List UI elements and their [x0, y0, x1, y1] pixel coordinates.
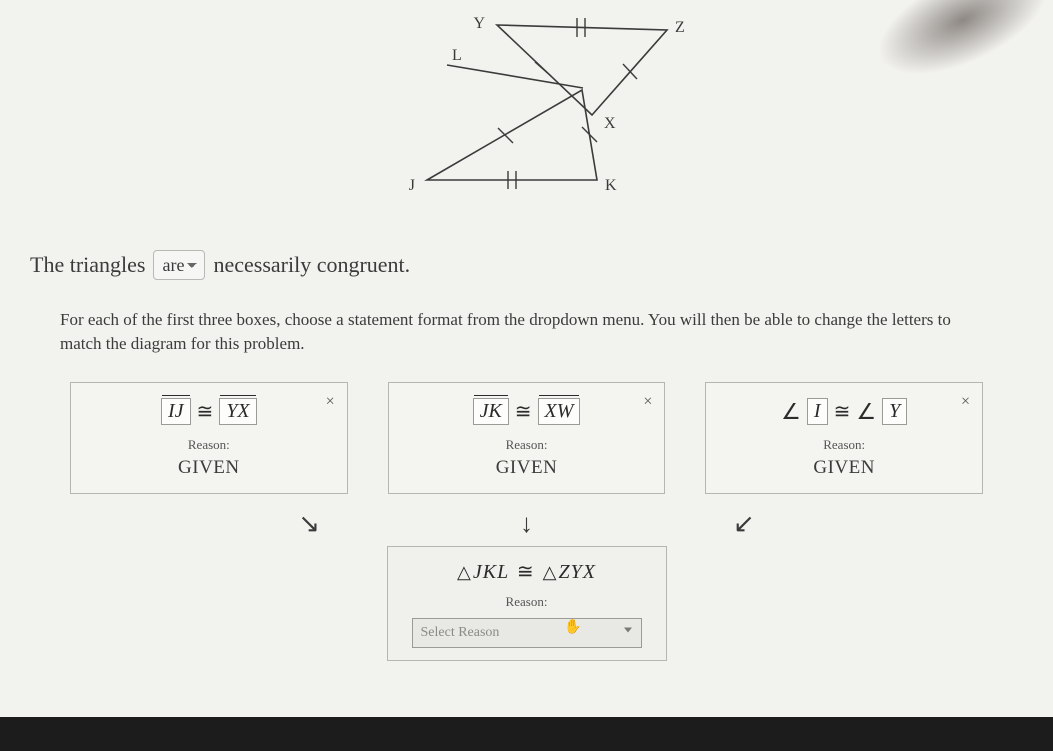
label-X: X — [604, 115, 616, 132]
angle-input-left[interactable]: I — [807, 398, 828, 425]
angle-symbol: ∠ — [856, 399, 878, 425]
arrows-row: ↘ ↓ ↙ — [30, 504, 1023, 544]
statement-card-3: × ∠ I ≅ ∠ Y Reason: GIVEN — [705, 382, 983, 494]
bottom-bar — [0, 717, 1053, 751]
conclusion-statement: △JKL ≅ △ZYX — [398, 559, 656, 584]
conclusion-card: △JKL ≅ △ZYX Reason: Select Reason ✋ — [387, 546, 667, 661]
arrow-down-left-icon: ↙ — [733, 509, 755, 539]
are-dropdown[interactable]: are — [153, 250, 205, 280]
close-icon[interactable]: × — [326, 393, 335, 411]
triangle-symbol: △ — [457, 562, 473, 582]
close-icon[interactable]: × — [961, 393, 970, 411]
triangle-right: ZYX — [558, 561, 595, 583]
arrow-down-icon: ↓ — [520, 509, 533, 539]
diagram-svg: Y Z X L J K — [317, 10, 737, 210]
reason-select-dropdown[interactable]: Select Reason — [412, 618, 642, 648]
reason-select-wrap: Select Reason ✋ — [412, 610, 642, 648]
angle-input-right[interactable]: Y — [882, 398, 907, 425]
arrow-down-right-icon: ↘ — [298, 509, 320, 539]
congruent-symbol: ≅ — [832, 399, 853, 424]
statement-card-2: × JK ≅ XW Reason: GIVEN — [388, 382, 666, 494]
segment-input-right[interactable]: XW — [538, 398, 581, 425]
label-J: J — [408, 177, 414, 194]
angle-symbol: ∠ — [781, 399, 803, 425]
congruent-symbol: ≅ — [513, 399, 534, 424]
reason-label: Reason: — [398, 594, 656, 610]
triangle-symbol: △ — [543, 562, 559, 582]
statement-3: ∠ I ≅ ∠ Y — [716, 397, 972, 427]
statement-1: IJ ≅ YX — [81, 397, 337, 427]
congruence-sentence: The triangles are necessarily congruent. — [30, 250, 1023, 280]
segment-input-left[interactable]: IJ — [161, 398, 191, 425]
congruent-symbol: ≅ — [195, 399, 216, 424]
reason-label: Reason: — [81, 437, 337, 453]
congruent-symbol: ≅ — [515, 561, 537, 583]
reason-value: GIVEN — [81, 457, 337, 479]
statement-cards-row: × IJ ≅ YX Reason: GIVEN × JK ≅ XW Reason… — [70, 382, 983, 494]
triangle-left: JKL — [473, 561, 509, 583]
sentence-prefix: The triangles — [30, 252, 145, 278]
reason-value: GIVEN — [399, 457, 655, 479]
label-K: K — [605, 177, 617, 194]
instructions-text: For each of the first three boxes, choos… — [60, 308, 993, 356]
reason-label: Reason: — [716, 437, 972, 453]
conclusion-wrap: △JKL ≅ △ZYX Reason: Select Reason ✋ — [30, 546, 1023, 661]
segment-input-right[interactable]: YX — [219, 398, 256, 425]
triangles-diagram: Y Z X L J K — [30, 10, 1023, 210]
reason-label: Reason: — [399, 437, 655, 453]
page: Y Z X L J K The triangles are necessaril… — [0, 0, 1053, 751]
close-icon[interactable]: × — [643, 393, 652, 411]
statement-card-1: × IJ ≅ YX Reason: GIVEN — [70, 382, 348, 494]
label-Y: Y — [473, 15, 485, 32]
reason-value: GIVEN — [716, 457, 972, 479]
sentence-suffix: necessarily congruent. — [213, 252, 410, 278]
label-L: L — [452, 47, 462, 64]
label-Z: Z — [675, 19, 685, 36]
segment-input-left[interactable]: JK — [473, 398, 509, 425]
statement-2: JK ≅ XW — [399, 397, 655, 427]
